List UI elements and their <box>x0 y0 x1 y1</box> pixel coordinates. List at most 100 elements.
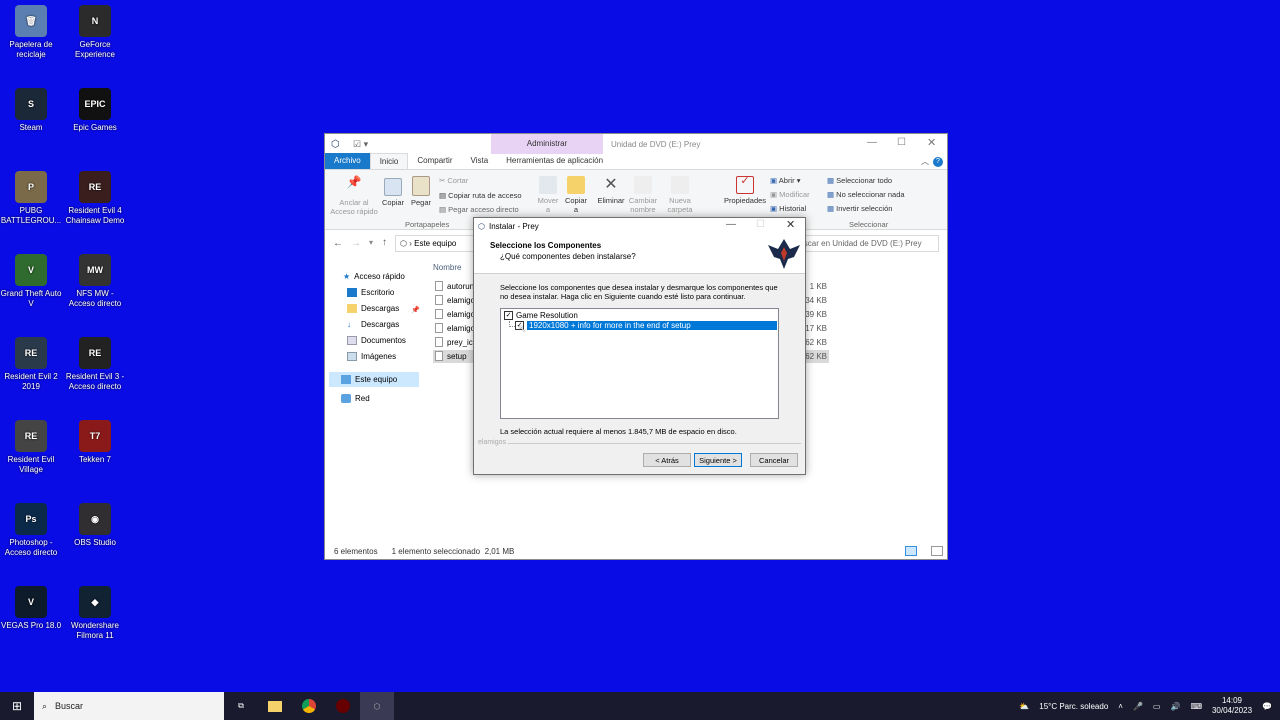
nav-downloads-1[interactable]: Descargas <box>347 304 399 313</box>
nav-network[interactable]: Red <box>341 394 370 403</box>
desktop-icon[interactable]: N GeForce Experience <box>64 5 126 60</box>
folder-icon <box>268 700 282 712</box>
modify-button[interactable]: ▣ Modificar <box>770 190 810 199</box>
tray-chevron-icon[interactable]: ˄ <box>1118 702 1123 711</box>
invert-selection-button[interactable]: ▦ Invertir selección <box>827 204 892 213</box>
tab-vista[interactable]: Vista <box>462 153 498 169</box>
selection-status: 1 elemento seleccionado 2,01 MB <box>391 546 515 556</box>
copy-icon <box>384 178 402 196</box>
copy-to-button[interactable]: Copiar a <box>563 176 589 214</box>
history-button[interactable]: ▣ Historial <box>770 204 806 213</box>
copy-path-button[interactable]: ▤ Copiar ruta de acceso <box>439 191 522 200</box>
desktop-icon[interactable]: RE Resident Evil 4 Chainsaw Demo <box>64 171 126 226</box>
help-icon[interactable]: ? <box>933 156 943 167</box>
tab-herramientas[interactable]: Herramientas de aplicación <box>497 153 612 169</box>
nav-this-pc[interactable]: Este equipo <box>329 372 419 387</box>
component-resolution-1080[interactable]: ✓ 1920x1080 + info for more in the end o… <box>515 321 777 330</box>
minimize-icon[interactable]: — <box>867 137 877 148</box>
task-view-button[interactable]: ⧉ <box>224 692 258 720</box>
re2-icon: RE <box>15 337 47 369</box>
tab-archivo[interactable]: Archivo <box>325 153 370 169</box>
start-button[interactable]: ⊞ <box>0 692 34 720</box>
weather-text[interactable]: 15°C Parc. soleado <box>1039 702 1108 711</box>
taskbar-chrome[interactable] <box>292 692 326 720</box>
desktop-icon[interactable]: EPIC Epic Games <box>64 88 126 133</box>
details-view-icon[interactable] <box>905 546 917 556</box>
clock[interactable]: 14:09 30/04/2023 <box>1212 696 1252 716</box>
window-title: Unidad de DVD (E:) Prey <box>611 140 701 149</box>
keyboard-icon[interactable]: ⌨ <box>1190 702 1202 711</box>
open-button[interactable]: ▣ Abrir ▾ <box>770 176 800 185</box>
desktop-icon[interactable]: S Steam <box>0 88 62 133</box>
desktop-icon[interactable]: ◉ OBS Studio <box>64 503 126 548</box>
microphone-icon[interactable]: 🎤 <box>1133 702 1143 711</box>
file-size: 1 KB <box>809 282 827 291</box>
mouse-cursor-icon: ↖ <box>518 324 527 335</box>
dialog-minimize-icon[interactable]: — <box>726 219 736 230</box>
tab-inicio[interactable]: Inicio <box>369 153 409 169</box>
desktop-icon[interactable]: RE Resident Evil 3 - Acceso directo <box>64 337 126 392</box>
delete-button[interactable]: ✕ Eliminar <box>595 176 627 205</box>
next-button[interactable]: Siguiente > <box>694 453 742 467</box>
volume-icon[interactable]: 🔊 <box>1170 702 1180 711</box>
properties-button[interactable]: ✓ Propiedades <box>723 176 767 206</box>
tab-compartir[interactable]: Compartir <box>408 153 461 169</box>
cut-button[interactable]: ✂ Cortar <box>439 176 468 185</box>
move-to-button[interactable]: Mover a <box>535 176 561 214</box>
close-icon[interactable]: ✕ <box>927 136 936 149</box>
checkbox-checked-icon[interactable]: ✓ <box>504 311 513 320</box>
new-folder-button[interactable]: Nueva carpeta <box>665 176 695 214</box>
desktop-icon[interactable]: 🗑 Papelera de reciclaje <box>0 5 62 60</box>
steam-icon: S <box>15 88 47 120</box>
search-box[interactable]: Buscar en Unidad de DVD (E:) Prey <box>789 235 939 252</box>
large-icons-view-icon[interactable] <box>931 546 943 556</box>
nav-desktop[interactable]: Escritorio <box>347 288 394 297</box>
nav-images[interactable]: Imágenes <box>347 352 396 361</box>
pin-button[interactable]: 📌 Anclar al Acceso rápido <box>329 176 379 216</box>
notifications-icon[interactable]: 💬 <box>1262 702 1272 711</box>
copy-button[interactable]: Copiar <box>381 178 405 207</box>
select-none-button[interactable]: ▦ No seleccionar nada <box>827 190 905 199</box>
explorer-app-icon: ⬡ <box>331 139 340 150</box>
paste-button[interactable]: Pegar <box>409 176 433 207</box>
nav-downloads-2[interactable]: ↓ Descargas <box>347 320 399 329</box>
select-all-button[interactable]: ▦ Seleccionar todo <box>827 176 892 185</box>
component-game-resolution[interactable]: ✓ Game Resolution <box>504 311 578 320</box>
back-button[interactable]: < Atrás <box>643 453 691 467</box>
taskbar-installer[interactable]: ⬡ <box>360 692 394 720</box>
desktop-icon[interactable]: V VEGAS Pro 18.0 <box>0 586 62 631</box>
prey-logo-icon <box>768 239 800 269</box>
ribbon-collapse-icon[interactable]: ︿ <box>921 156 929 167</box>
maximize-icon[interactable]: ☐ <box>897 137 906 148</box>
nav-documents[interactable]: Documentos <box>347 336 406 345</box>
quick-access-toolbar-icon[interactable]: ☑ ▾ <box>353 139 368 150</box>
desktop-icon[interactable]: Ps Photoshop - Acceso directo <box>0 503 62 558</box>
rename-button[interactable]: Cambiar nombre <box>627 176 659 214</box>
desktop-icon[interactable]: MW NFS MW - Acceso directo <box>64 254 126 309</box>
taskbar-game[interactable] <box>326 692 360 720</box>
desktop-icon[interactable]: RE Resident Evil 2 2019 <box>0 337 62 392</box>
desktop-icon[interactable]: T7 Tekken 7 <box>64 420 126 465</box>
nav-quick-access[interactable]: ★ Acceso rápido <box>343 272 405 281</box>
back-arrow-icon[interactable]: ← <box>333 238 343 249</box>
up-arrow-icon[interactable]: ↑ <box>382 237 387 248</box>
desktop-icon[interactable]: V Grand Theft Auto V <box>0 254 62 309</box>
desktop-icon[interactable]: P PUBG BATTLEGROU... <box>0 171 62 226</box>
desktop-icon[interactable]: ◆ Wondershare Filmora 11 <box>64 586 126 641</box>
forward-arrow-icon[interactable]: → <box>351 238 361 249</box>
context-tab-header: Administrar <box>491 134 603 154</box>
recent-chevron-icon[interactable]: ▾ <box>369 238 373 247</box>
desktop-icon[interactable]: RE Resident Evil Village <box>0 420 62 475</box>
dialog-close-icon[interactable]: ✕ <box>786 218 795 231</box>
explorer-titlebar[interactable]: ⬡ ☑ ▾ Administrar Unidad de DVD (E:) Pre… <box>325 134 947 154</box>
breadcrumb[interactable]: Este equipo <box>414 239 456 248</box>
installer-titlebar[interactable]: ⬡ Instalar - Prey — ☐ ✕ <box>474 218 805 234</box>
cancel-button[interactable]: Cancelar <box>750 453 798 467</box>
taskbar-search[interactable]: ⌕ Buscar <box>34 692 224 720</box>
paste-shortcut-button[interactable]: ▤ Pegar acceso directo <box>439 205 519 214</box>
network-icon[interactable]: ▭ <box>1153 702 1161 711</box>
column-header-name[interactable]: Nombre <box>433 263 461 272</box>
components-list[interactable]: ✓ Game Resolution ✓ 1920x1080 + info for… <box>500 308 779 419</box>
taskbar-explorer[interactable] <box>258 692 292 720</box>
installer-dialog[interactable]: ⬡ Instalar - Prey — ☐ ✕ Seleccione los C… <box>473 217 806 475</box>
